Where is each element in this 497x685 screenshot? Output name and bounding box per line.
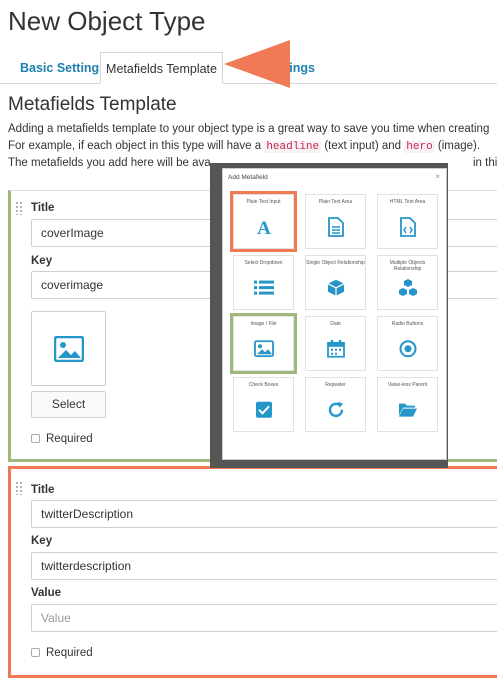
section-title: Metafields Template <box>8 94 177 115</box>
modal-title: Add Metafield <box>228 174 268 181</box>
image-preview[interactable] <box>31 311 106 386</box>
key-label: Key <box>31 255 53 267</box>
list-icon <box>253 280 274 295</box>
tile-plain-text-input[interactable]: Plain Text Input A <box>230 191 297 252</box>
tile-plain-text-area[interactable]: Plain Text Area <box>305 194 366 249</box>
tile-date[interactable]: Date <box>305 316 366 371</box>
add-metafield-modal: Add Metafield × Plain Text Input A Plain… <box>222 168 447 460</box>
checkbox-icon[interactable] <box>31 434 40 443</box>
image-icon <box>54 336 84 362</box>
drag-handle-icon[interactable] <box>15 201 23 215</box>
title-label: Title <box>31 484 55 496</box>
tile-image-file[interactable]: Image / File <box>230 313 297 374</box>
close-icon[interactable]: × <box>435 172 440 181</box>
tile-check-boxes[interactable]: Check Boxes <box>233 377 294 432</box>
tile-single-object-relationship[interactable]: Single Object Relationship <box>305 255 366 310</box>
cube-icon <box>327 279 344 296</box>
key-input[interactable]: twitterdescription <box>31 552 497 580</box>
tile-radio-buttons[interactable]: Radio Buttons <box>377 316 438 371</box>
intro-line-2: For example, if each object in this type… <box>8 139 481 153</box>
tile-select-dropdown[interactable]: Select Dropdown <box>233 255 294 310</box>
value-input[interactable]: Value <box>31 604 497 632</box>
title-label: Title <box>31 202 55 214</box>
tab-metafields-template[interactable]: Metafields Template <box>100 52 223 84</box>
select-image-button[interactable]: Select <box>31 391 106 418</box>
cubes-icon <box>398 279 417 296</box>
callout-arrow <box>224 40 290 88</box>
tile-repeater[interactable]: Repeater <box>305 377 366 432</box>
checkbox-icon <box>255 401 272 418</box>
metafield-card-twitter-description: Title twitterDescription Key twitterdesc… <box>8 466 497 678</box>
required-checkbox[interactable]: Required <box>31 433 93 445</box>
folder-icon <box>398 403 417 417</box>
radio-icon <box>399 340 416 358</box>
code-file-icon <box>399 217 416 237</box>
title-input[interactable]: twitterDescription <box>31 500 497 528</box>
text-a-icon: A <box>257 218 271 236</box>
svg-text:A: A <box>257 218 271 236</box>
calendar-icon <box>326 339 345 358</box>
checkbox-icon[interactable] <box>31 648 40 657</box>
drag-handle-icon[interactable] <box>15 481 23 495</box>
page-title: New Object Type <box>8 6 206 36</box>
required-checkbox[interactable]: Required <box>31 647 93 659</box>
key-label: Key <box>31 535 53 547</box>
tile-value-less-parent[interactable]: Value-less Parent <box>377 377 438 432</box>
repeat-icon <box>328 401 343 418</box>
code-headline: headline <box>264 140 322 153</box>
value-label: Value <box>31 587 62 599</box>
image-icon <box>253 340 274 358</box>
tile-multiple-objects-relationship[interactable]: Multiple Objects Relationship <box>377 255 438 310</box>
intro-line-1: Adding a metafields template to your obj… <box>8 123 490 135</box>
tile-html-text-area[interactable]: HTML Text Area <box>377 194 438 249</box>
code-hero: hero <box>404 140 435 153</box>
document-icon <box>327 217 344 237</box>
